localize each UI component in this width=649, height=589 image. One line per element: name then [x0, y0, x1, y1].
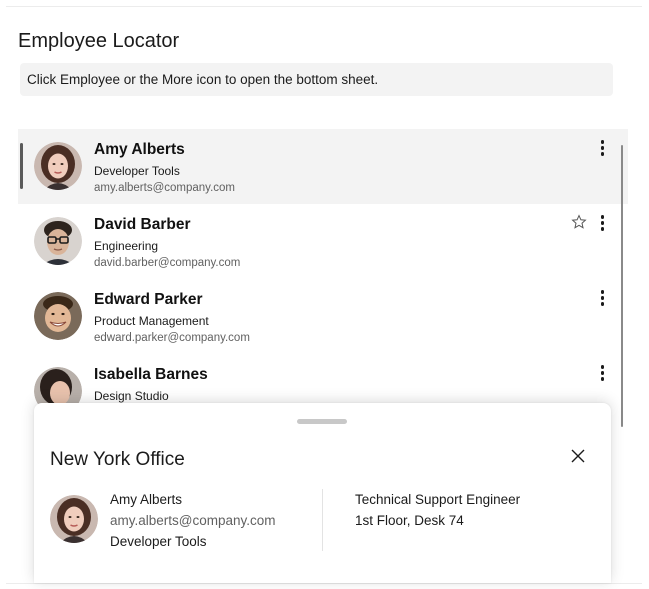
employee-email: david.barber@company.com: [94, 257, 241, 269]
sheet-employee-name: Amy Alberts: [110, 492, 183, 507]
drag-handle[interactable]: [297, 419, 347, 424]
sheet-avatar: [50, 495, 98, 543]
hint-banner: Click Employee or the More icon to open …: [20, 63, 613, 96]
employee-department: Developer Tools: [94, 164, 180, 178]
more-vertical-icon[interactable]: [596, 289, 608, 307]
sheet-divider: [322, 489, 323, 551]
sheet-employee-email: amy.alberts@company.com: [110, 513, 276, 528]
avatar-amy-alberts: [34, 142, 82, 190]
employee-department: Engineering: [94, 239, 159, 253]
more-vertical-icon[interactable]: [596, 214, 608, 232]
employee-name: David Barber: [94, 216, 191, 233]
selection-indicator: [20, 143, 23, 189]
employee-department: Design Studio: [94, 389, 169, 403]
sheet-employee-role: Technical Support Engineer: [355, 492, 521, 507]
employee-name: Edward Parker: [94, 291, 203, 308]
list-scrollbar[interactable]: [621, 145, 623, 427]
employee-row-amy-alberts[interactable]: Amy Alberts Developer Tools amy.alberts@…: [18, 129, 628, 205]
more-vertical-icon[interactable]: [596, 139, 608, 157]
avatar-edward-parker: [34, 292, 82, 340]
sheet-employee-location: 1st Floor, Desk 74: [355, 513, 464, 528]
employee-row-edward-parker[interactable]: Edward Parker Product Management edward.…: [18, 279, 628, 355]
page-title: Employee Locator: [18, 30, 180, 52]
sheet-employee-department: Developer Tools: [110, 534, 207, 549]
employee-row-david-barber[interactable]: David Barber Engineering david.barber@co…: [18, 204, 628, 280]
close-icon[interactable]: [569, 447, 587, 465]
employee-name: Isabella Barnes: [94, 366, 208, 383]
avatar-david-barber: [34, 217, 82, 265]
employee-email: amy.alberts@company.com: [94, 182, 235, 194]
employee-department: Product Management: [94, 314, 209, 328]
sheet-title: New York Office: [50, 449, 185, 470]
more-vertical-icon[interactable]: [596, 364, 608, 382]
employee-email: edward.parker@company.com: [94, 332, 250, 344]
employee-name: Amy Alberts: [94, 141, 185, 158]
bottom-sheet[interactable]: New York Office Amy Alberts amy.alberts@…: [34, 403, 611, 583]
employee-list[interactable]: Amy Alberts Developer Tools amy.alberts@…: [18, 129, 628, 429]
star-outline-icon[interactable]: [571, 214, 587, 230]
